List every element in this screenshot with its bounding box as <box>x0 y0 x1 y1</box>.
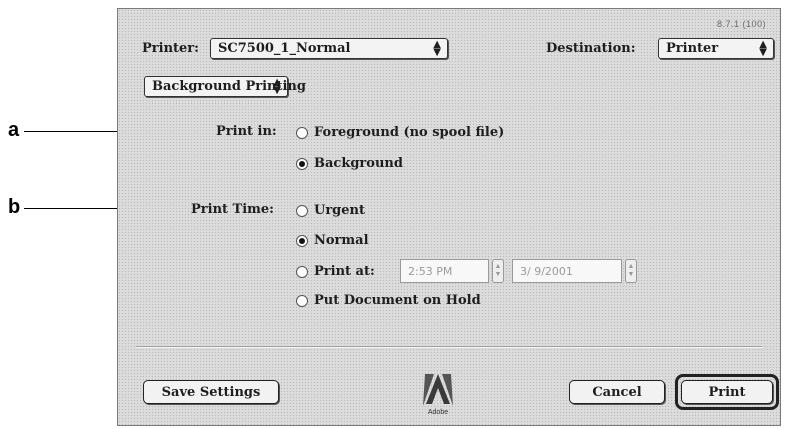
callout-b: b <box>8 196 21 218</box>
radio-background[interactable]: Background <box>296 156 403 171</box>
cancel-button[interactable]: Cancel <box>569 380 665 404</box>
date-stepper[interactable]: ▲ ▼ <box>625 259 637 283</box>
adobe-logo-icon: Adobe <box>423 374 453 416</box>
destination-label: Destination: <box>546 41 636 56</box>
print-at-date-field[interactable]: 3/ 9/2001 <box>512 259 622 283</box>
radio-button[interactable] <box>296 234 308 247</box>
print-button[interactable]: Print <box>681 380 773 404</box>
save-settings-button[interactable]: Save Settings <box>143 380 279 404</box>
radio-label: Background <box>314 156 403 171</box>
radio-button[interactable] <box>296 126 308 139</box>
printer-label: Printer: <box>142 41 199 56</box>
radio-urgent[interactable]: Urgent <box>296 203 365 218</box>
updown-arrows-icon: ▲ ▼ <box>759 39 767 58</box>
updown-arrows-icon: ▲ ▼ <box>433 39 441 58</box>
radio-print-at[interactable]: Print at: <box>296 264 375 279</box>
callout-a: a <box>8 119 20 141</box>
radio-button[interactable] <box>296 204 308 217</box>
time-stepper[interactable]: ▲ ▼ <box>492 259 504 283</box>
printer-popup-value: SC7500_1_Normal <box>218 41 351 56</box>
radio-label: Normal <box>314 233 369 248</box>
radio-label: Put Document on Hold <box>314 293 481 308</box>
panel-popup[interactable]: Background Printing ▲ ▼ <box>144 76 306 97</box>
print-time-label: Print Time: <box>191 202 274 217</box>
radio-label: Urgent <box>314 203 366 218</box>
radio-foreground[interactable]: Foreground (no spool file) <box>296 125 504 140</box>
destination-popup-value: Printer <box>666 41 719 56</box>
radio-button[interactable] <box>296 157 308 170</box>
separator <box>136 346 762 348</box>
print-in-label: Print in: <box>216 124 277 139</box>
destination-popup[interactable]: Printer ▲ ▼ <box>658 38 774 59</box>
radio-button[interactable] <box>296 294 308 307</box>
radio-normal[interactable]: Normal <box>296 233 369 248</box>
radio-put-on-hold[interactable]: Put Document on Hold <box>296 293 481 308</box>
printer-popup[interactable]: SC7500_1_Normal ▲ ▼ <box>210 38 448 59</box>
radio-label: Print at: <box>314 264 375 279</box>
print-dialog: 8.7.1 (100) Printer: SC7500_1_Normal ▲ ▼ … <box>117 8 781 426</box>
radio-label: Foreground (no spool file) <box>314 125 505 140</box>
radio-button[interactable] <box>296 265 308 278</box>
adobe-logo-text: Adobe <box>428 409 448 416</box>
panel-popup-value: Background Printing <box>152 79 306 94</box>
updown-arrows-icon: ▲ ▼ <box>273 77 281 96</box>
print-at-time-field[interactable]: 2:53 PM <box>400 259 489 283</box>
version-label: 8.7.1 (100) <box>716 19 766 29</box>
